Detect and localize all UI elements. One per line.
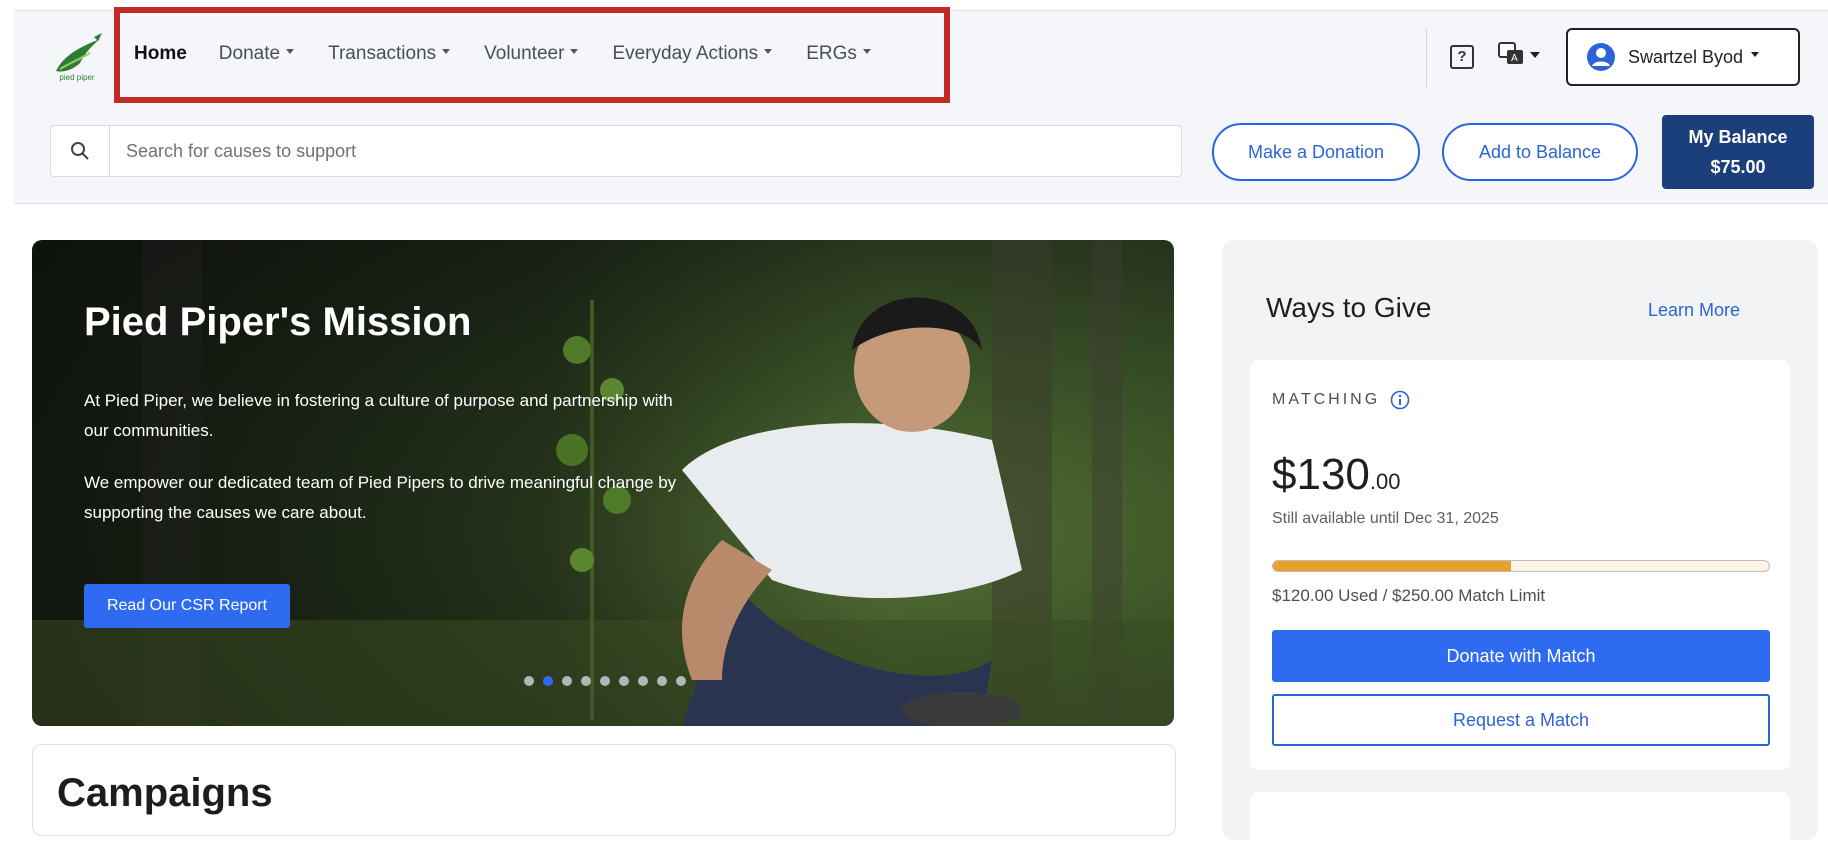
nav-label-ergs: ERGs <box>806 43 857 64</box>
logo-text: pied piper <box>59 73 95 82</box>
campaigns-title: Campaigns <box>57 771 273 815</box>
carousel-dot[interactable] <box>543 676 553 686</box>
svg-text:A: A <box>1511 53 1518 64</box>
nav-item-ergs[interactable]: ERGs <box>806 43 871 65</box>
bird-logo-icon <box>56 33 102 72</box>
caret-down-icon <box>570 48 579 54</box>
request-match-button[interactable]: Request a Match <box>1272 694 1770 746</box>
user-menu-button[interactable]: Swartzel Byod <box>1566 28 1800 86</box>
carousel-dot[interactable] <box>562 676 572 686</box>
carousel-dot[interactable] <box>581 676 591 686</box>
info-icon[interactable] <box>1390 390 1410 410</box>
header-divider <box>1426 29 1427 87</box>
matching-amount: $130.00 <box>1272 450 1400 500</box>
ways-to-give-panel: Ways to Give Learn More MATCHING $130.00… <box>1222 240 1818 852</box>
add-to-balance-button[interactable]: Add to Balance <box>1442 123 1638 181</box>
hero-paragraph-2: We empower our dedicated team of Pied Pi… <box>84 473 677 522</box>
balance-label: My Balance <box>1688 127 1788 147</box>
balance-value: $75.00 <box>1710 157 1766 177</box>
nav-item-everyday-actions[interactable]: Everyday Actions <box>612 43 773 65</box>
carousel-dot[interactable] <box>600 676 610 686</box>
match-usage-text: $120.00 Used / $250.00 Match Limit <box>1272 586 1546 605</box>
match-progress-bar <box>1272 560 1770 572</box>
make-donation-button[interactable]: Make a Donation <box>1212 123 1420 181</box>
carousel-dot[interactable] <box>638 676 648 686</box>
matching-label: MATCHING <box>1272 390 1410 410</box>
question-icon[interactable]: ? <box>1450 45 1474 69</box>
carousel-dots <box>524 676 695 686</box>
nav-item-donate[interactable]: Donate <box>218 43 295 65</box>
caret-down-icon <box>442 48 451 54</box>
caret-down-icon <box>764 48 773 54</box>
ways-to-give-title: Ways to Give <box>1266 292 1432 323</box>
carousel-dot[interactable] <box>676 676 686 686</box>
caret-down-icon <box>1751 51 1760 57</box>
mission-hero-banner: Pied Piper's Mission At Pied Piper, we b… <box>32 240 1174 726</box>
nav-label-transactions: Transactions <box>328 43 437 64</box>
carousel-dot[interactable] <box>619 676 629 686</box>
caret-down-icon <box>862 48 871 54</box>
matching-card: MATCHING $130.00 Still available until D… <box>1250 360 1790 770</box>
next-giving-card <box>1250 792 1790 852</box>
search-input[interactable] <box>124 139 1128 163</box>
search-icon[interactable] <box>51 126 110 176</box>
hero-paragraph-1: At Pied Piper, we believe in fostering a… <box>84 391 673 440</box>
read-csr-report-button[interactable]: Read Our CSR Report <box>84 584 290 628</box>
translate-icon[interactable]: A <box>1498 41 1542 69</box>
campaigns-card: Campaigns <box>32 744 1176 836</box>
top-header: pied piper Home Donate Transactions Volu… <box>14 7 1828 204</box>
match-progress-fill <box>1273 561 1512 571</box>
nav-label-volunteer: Volunteer <box>484 43 565 64</box>
user-avatar-icon <box>1587 43 1615 71</box>
carousel-dot[interactable] <box>657 676 667 686</box>
nav-label-home: Home <box>134 43 187 64</box>
availability-text: Still available until Dec 31, 2025 <box>1272 510 1499 527</box>
nav-item-volunteer[interactable]: Volunteer <box>484 43 579 65</box>
nav-item-home[interactable]: Home <box>134 43 187 65</box>
pied-piper-logo[interactable] <box>50 33 104 93</box>
donate-with-match-button[interactable]: Donate with Match <box>1272 630 1770 682</box>
search-bar <box>50 125 1182 177</box>
nav-label-donate: Donate <box>218 43 281 64</box>
amount-cents: .00 <box>1369 469 1401 494</box>
hero-title: Pied Piper's Mission <box>84 300 472 344</box>
caret-down-icon <box>286 48 295 54</box>
carousel-dot[interactable] <box>524 676 534 686</box>
nav-label-everyday-actions: Everyday Actions <box>612 43 759 64</box>
main-nav: Home Donate Transactions Volunteer Every… <box>134 43 905 65</box>
user-name: Swartzel Byod <box>1628 46 1744 67</box>
matching-label-text: MATCHING <box>1272 391 1381 408</box>
learn-more-link[interactable]: Learn More <box>1648 300 1740 321</box>
nav-item-transactions[interactable]: Transactions <box>328 43 451 65</box>
my-balance-button[interactable]: My Balance $75.00 <box>1662 115 1814 189</box>
amount-whole: $130 <box>1272 450 1370 499</box>
